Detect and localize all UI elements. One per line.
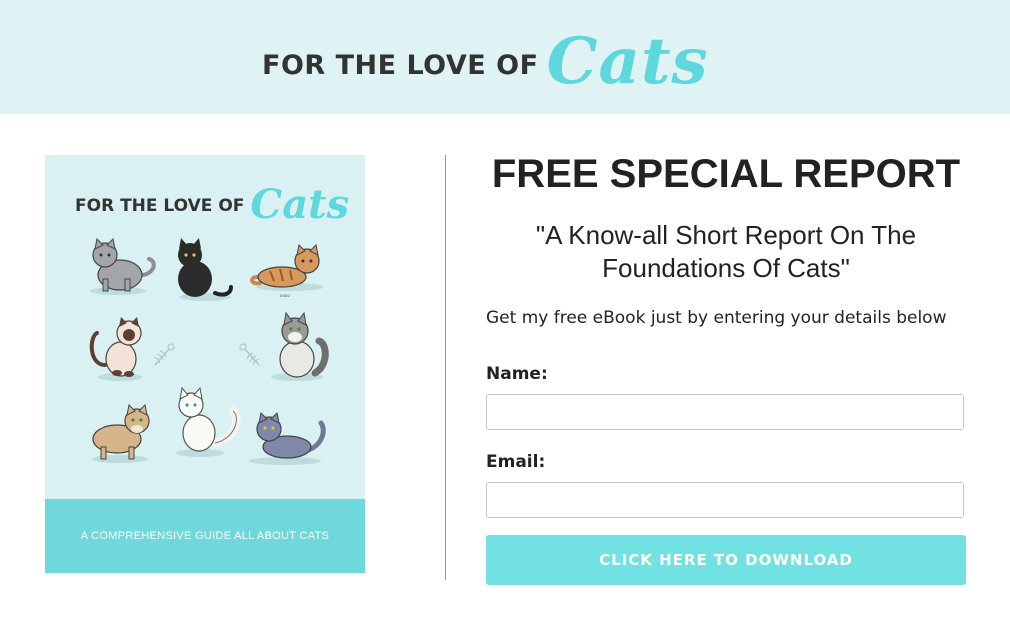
cats-illustration: oooo: [89, 237, 329, 465]
cover-logo-prefix: FOR THE LOVE OF: [75, 196, 245, 216]
tabby-cat-icon: oooo: [250, 243, 324, 298]
cover-logo-script: Cats: [250, 181, 350, 228]
cover-subtitle: A COMPREHENSIVE GUIDE ALL ABOUT CATS: [80, 530, 330, 542]
logo-script: Cats: [546, 24, 709, 99]
page-title: FREE SPECIAL REPORT: [491, 152, 961, 196]
report-subtitle: "A Know-all Short Report On The Foundati…: [535, 220, 917, 283]
blue-grey-cat-icon: [249, 411, 326, 465]
email-field[interactable]: [486, 482, 964, 518]
ebook-cover: FOR THE LOVE OF Cats oooo A COMPREHENSIV…: [45, 155, 365, 573]
vertical-divider: [445, 155, 446, 580]
site-logo[interactable]: FOR THE LOVE OF Cats: [262, 14, 709, 94]
siamese-cat-icon: [89, 317, 142, 381]
fish-bone-icon: [239, 343, 260, 366]
download-button[interactable]: CLICK HERE TO DOWNLOAD: [486, 535, 966, 585]
tan-cat-icon: [92, 403, 150, 463]
fish-bone-icon: [153, 343, 175, 366]
intro-text: Get my free eBook just by entering your …: [486, 308, 947, 328]
page-header: FOR THE LOVE OF Cats: [0, 0, 1010, 114]
name-field[interactable]: [486, 394, 964, 430]
fluffy-grey-cat-icon: [271, 311, 329, 381]
cover-logo: FOR THE LOVE OF Cats: [75, 169, 349, 225]
white-fluffy-cat-icon: [176, 386, 241, 457]
tiny-caption: oooo: [280, 293, 290, 298]
email-label: Email:: [486, 452, 546, 472]
name-label: Name:: [486, 364, 548, 384]
logo-prefix: FOR THE LOVE OF: [262, 50, 539, 81]
cover-footer: A COMPREHENSIVE GUIDE ALL ABOUT CATS: [45, 499, 365, 573]
grey-cat-icon: [90, 237, 156, 295]
black-cat-icon: [178, 238, 233, 301]
